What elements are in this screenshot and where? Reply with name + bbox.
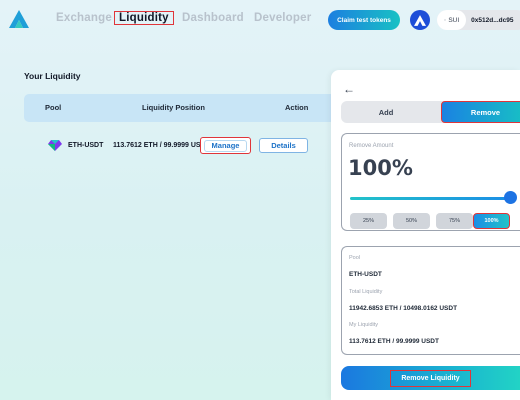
manage-button[interactable]: Manage <box>200 137 251 154</box>
total-liquidity-label: Total Liquidity <box>349 289 383 295</box>
remove-liquidity-button[interactable]: Remove Liquidity <box>341 366 520 390</box>
liquidity-table-header: Pool Liquidity Position Action <box>24 94 344 122</box>
pool-pair: ETH-USDT <box>68 142 104 149</box>
remove-amount-label: Remove Amount <box>349 143 394 149</box>
logo-icon[interactable] <box>9 10 29 28</box>
my-liquidity-label: My Liquidity <box>349 322 379 328</box>
column-liquidity-position: Liquidity Position <box>142 103 205 112</box>
remove-amount-value: 100% <box>348 156 413 180</box>
column-pool: Pool <box>45 103 62 112</box>
nav-exchange[interactable]: Exchange <box>56 12 112 24</box>
pool-label: Pool <box>349 255 361 261</box>
total-liquidity-value: 11942.6853 ETH / 10498.0162 USDT <box>349 305 458 312</box>
percent-75-button[interactable]: 75% <box>436 213 473 229</box>
wallet-address: 0x512d...dc95 <box>471 16 514 24</box>
table-row: ETH-USDT 113.7612 ETH / 99.9999 USDT Man… <box>24 136 324 156</box>
wallet-button[interactable]: ◦ SUI 0x512d...dc95 <box>437 10 520 30</box>
token-pair-icon <box>48 140 62 151</box>
column-action: Action <box>285 103 309 112</box>
amount-slider-track[interactable] <box>350 197 510 200</box>
network-icon[interactable] <box>410 10 430 30</box>
percent-25-button[interactable]: 25% <box>350 213 387 229</box>
your-liquidity-title: Your Liquidity <box>24 71 81 81</box>
arrow-left-icon[interactable]: ← <box>343 82 355 96</box>
claim-test-tokens-button[interactable]: Claim test tokens <box>328 10 400 30</box>
manage-label: Manage <box>204 139 247 152</box>
tab-remove[interactable]: Remove <box>441 101 520 123</box>
percent-100-button[interactable]: 100% <box>473 213 510 229</box>
remove-liquidity-panel: ← Add Remove Remove Amount 100% 25% 50% … <box>331 70 520 400</box>
nav-developer[interactable]: Developer <box>254 12 311 24</box>
pool-value: ETH-USDT <box>349 271 382 278</box>
remove-amount-box: Remove Amount 100% 25% 50% 75% 100% <box>341 133 520 231</box>
pool-info-box: Pool ETH-USDT Total Liquidity 11942.6853… <box>341 246 520 355</box>
percent-50-button[interactable]: 50% <box>393 213 430 229</box>
nav-liquidity[interactable]: Liquidity <box>114 11 174 25</box>
top-header: Exchange Liquidity Dashboard Developer C… <box>0 0 520 40</box>
network-label: ◦ SUI <box>437 10 467 30</box>
amount-slider-thumb[interactable] <box>503 191 517 204</box>
add-remove-tabs: Add Remove <box>341 101 520 123</box>
tab-add[interactable]: Add <box>341 101 431 123</box>
details-button[interactable]: Details <box>259 138 308 153</box>
liquidity-position: 113.7612 ETH / 99.9999 USDT <box>113 142 210 149</box>
remove-liquidity-label: Remove Liquidity <box>390 369 471 387</box>
my-liquidity-value: 113.7612 ETH / 99.9999 USDT <box>349 338 439 345</box>
sui-icon: ◦ <box>444 16 447 24</box>
nav-dashboard[interactable]: Dashboard <box>182 12 244 24</box>
